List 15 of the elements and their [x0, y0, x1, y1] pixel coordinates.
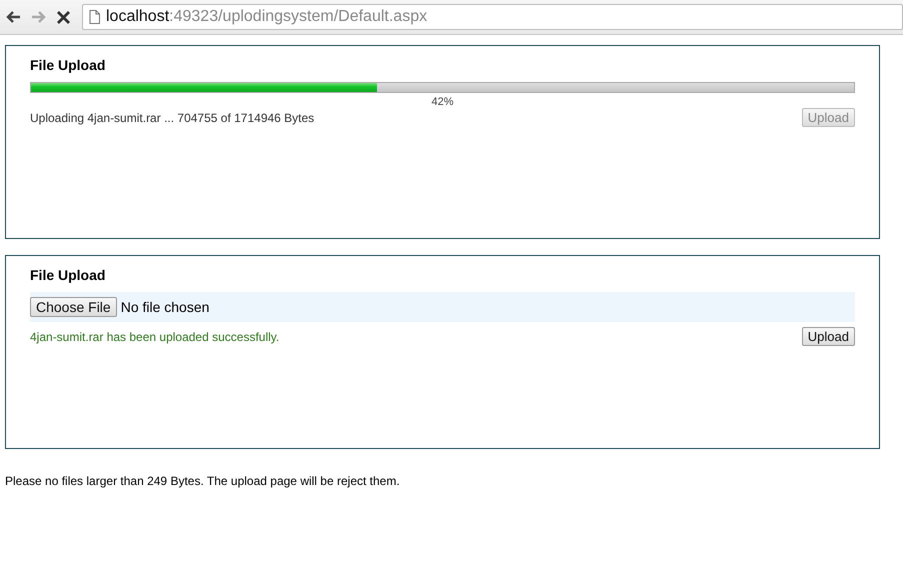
progress-percent: 42% — [431, 96, 454, 108]
file-status: No file chosen — [120, 299, 210, 315]
upload-status: Uploading 4jan-sumit.rar ... 704755 of 1714946 Bytes — [30, 110, 314, 124]
choose-file-button[interactable]: Choose File — [30, 297, 117, 317]
address-path: :49323/uplodingsystem/Default.aspx — [169, 8, 428, 26]
size-note: Please no files larger than 249 Bytes. The upload page will be reject them. — [5, 474, 401, 488]
upload-button[interactable]: Upload — [802, 327, 855, 346]
panel-title: File Upload — [30, 57, 106, 73]
close-icon[interactable] — [57, 10, 70, 24]
address-bar[interactable]: localhost:49323/uplodingsystem/Default.aspx — [82, 4, 903, 30]
back-arrow-icon[interactable] — [5, 10, 21, 24]
panel-title: File Upload — [30, 267, 106, 283]
page-icon — [89, 10, 100, 24]
success-message: 4jan-sumit.rar has been uploaded successfully. — [30, 330, 280, 344]
address-host: localhost — [106, 8, 170, 26]
